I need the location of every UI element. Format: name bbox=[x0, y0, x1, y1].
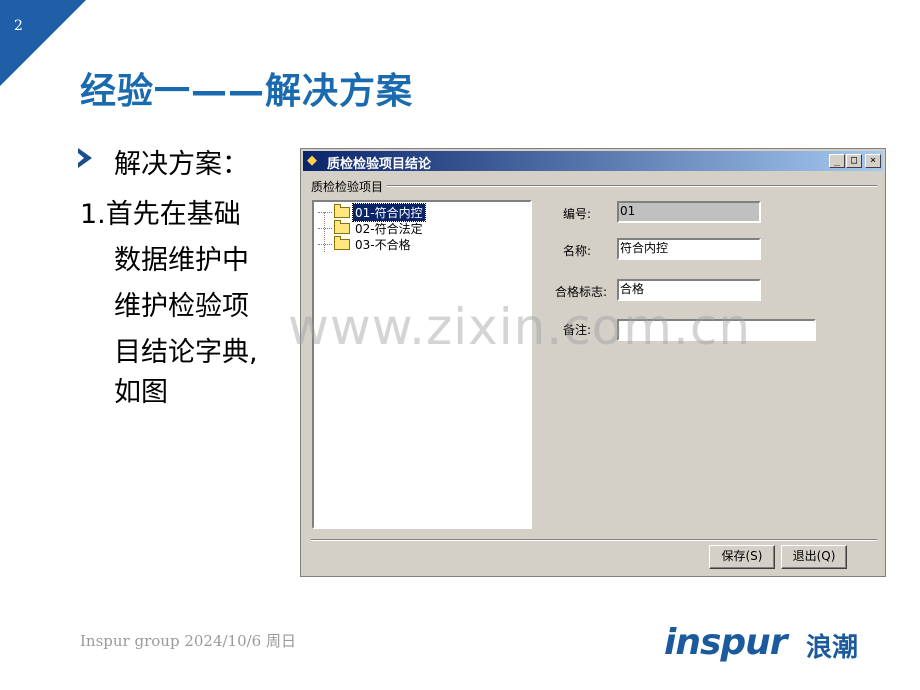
corner-decoration bbox=[0, 0, 86, 86]
tree-item-03[interactable]: 03-不合格 bbox=[318, 235, 413, 252]
tree-item-label: 02-符合法定 bbox=[355, 221, 423, 236]
conclusion-tree[interactable]: 01-符合内控 02-符合法定 03-不合格 bbox=[312, 200, 532, 529]
close-button[interactable]: × bbox=[865, 154, 881, 168]
watermark: www.zixin.com.cn bbox=[288, 298, 752, 356]
name-field[interactable]: 符合内控 bbox=[617, 238, 761, 260]
page-number: 2 bbox=[14, 18, 23, 34]
body-line-5: 如图 bbox=[114, 377, 168, 408]
maximize-button[interactable]: □ bbox=[846, 154, 862, 168]
folder-icon bbox=[334, 235, 350, 250]
save-button[interactable]: 保存(S) bbox=[709, 545, 775, 569]
minimize-button[interactable]: _ bbox=[829, 154, 845, 168]
dialog-title: 质检检验项目结论 bbox=[327, 157, 432, 172]
body-line-3: 维护检验项 bbox=[114, 291, 249, 322]
tree-item-02[interactable]: 02-符合法定 bbox=[318, 219, 425, 236]
footer-text: Inspur group 2024/10/6 周日 bbox=[80, 632, 296, 650]
exit-button[interactable]: 退出(Q) bbox=[781, 545, 847, 569]
inspur-logo: inspur bbox=[664, 622, 788, 663]
tree-item-01[interactable]: 01-符合内控 bbox=[318, 202, 426, 222]
folder-icon bbox=[334, 219, 350, 234]
tree-item-label: 01-符合内控 bbox=[352, 202, 426, 222]
button-divider bbox=[311, 539, 877, 541]
body-line-1: 1.首先在基础 bbox=[80, 199, 241, 230]
bullet-arrow-icon bbox=[78, 148, 92, 168]
dialog-window: ◆ 质检检验项目结论 _ □ × 质检检验项目 01-符合内控 02-符合法定 … bbox=[300, 148, 886, 577]
code-field: 01 bbox=[617, 201, 761, 223]
body-line-2: 数据维护中 bbox=[114, 245, 249, 276]
dialog-titlebar[interactable]: ◆ 质检检验项目结论 _ □ × bbox=[303, 151, 883, 172]
group-label: 质检检验项目 bbox=[311, 178, 388, 195]
tree-item-label: 03-不合格 bbox=[355, 237, 411, 252]
folder-icon bbox=[334, 203, 350, 218]
slide-title: 经验一——解决方案 bbox=[80, 71, 414, 112]
body-line-4: 目结论字典, bbox=[114, 337, 258, 368]
name-label: 名称: bbox=[562, 244, 591, 258]
inspur-logo-cn: 浪潮 bbox=[806, 633, 859, 663]
code-label: 编号: bbox=[562, 207, 591, 221]
group-divider bbox=[311, 185, 877, 187]
app-icon: ◆ bbox=[307, 153, 317, 168]
bullet-text: 解决方案： bbox=[114, 149, 249, 180]
